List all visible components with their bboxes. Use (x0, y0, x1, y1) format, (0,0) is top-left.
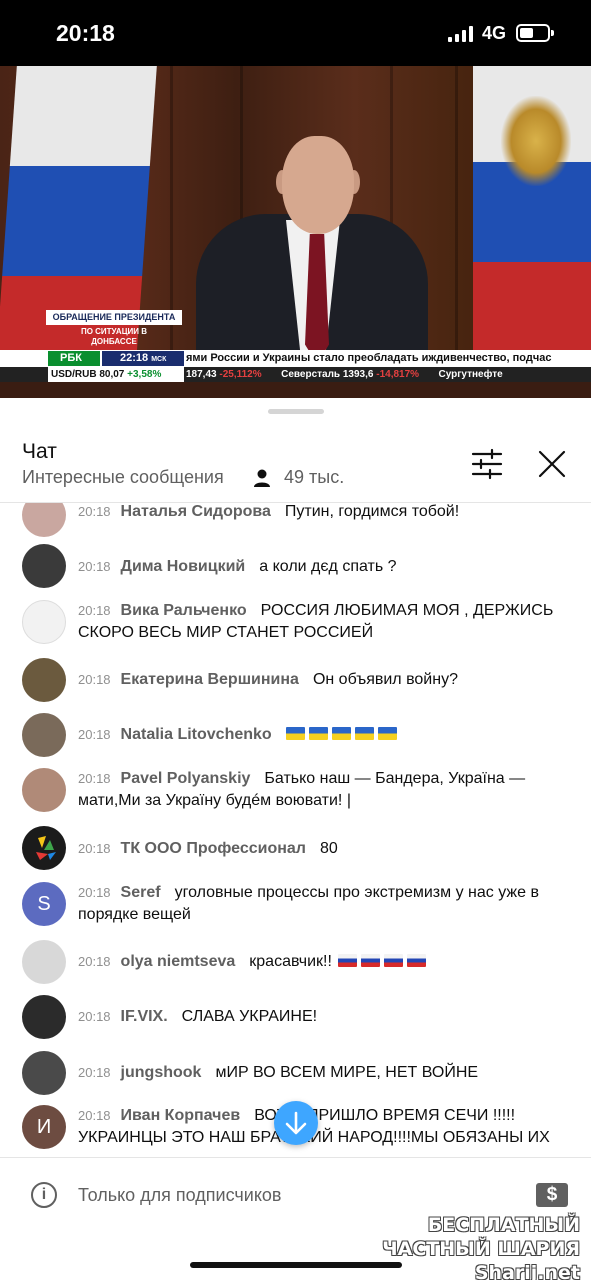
message-time: 20:18 (78, 559, 111, 574)
company-logo-icon (36, 836, 56, 860)
message-author[interactable]: Дима Новицкий (121, 558, 246, 575)
avatar[interactable] (22, 503, 66, 537)
watermark: БЕСПЛАТНЫЙ ЧАСТНЫЙ ШАРИЯ Sharij.net (382, 1214, 580, 1280)
avatar[interactable] (22, 1051, 66, 1095)
overlay-subtitle: ПО СИТУАЦИИ В ДОНБАССЕ (80, 327, 148, 346)
arrow-down-icon (285, 1111, 307, 1135)
ukraine-flag-icon (331, 727, 351, 740)
subscribers-only-notice: Только для подписчиков (78, 1185, 282, 1205)
russia-flag-icon (337, 954, 357, 967)
message-author[interactable]: Seref (121, 884, 161, 901)
avatar[interactable] (22, 940, 66, 984)
avatar[interactable]: S (22, 882, 66, 926)
message-time: 20:18 (78, 727, 111, 742)
avatar[interactable] (22, 768, 66, 812)
message-author[interactable]: Наталья Сидорова (121, 503, 271, 520)
avatar[interactable] (22, 995, 66, 1039)
russia-flag-icon (360, 954, 380, 967)
chat-title: Чат (22, 440, 57, 463)
message-time: 20:18 (78, 603, 111, 618)
person-icon (254, 469, 270, 487)
message-time: 20:18 (78, 1009, 111, 1024)
ticker-headline: ями России и Украины стало преобладать и… (186, 352, 552, 364)
channel-logo: РБК (48, 351, 100, 366)
drag-handle[interactable] (268, 409, 324, 414)
ukraine-flag-icon (354, 727, 374, 740)
chat-messages[interactable]: 20:18 Наталья Сидорова Путин, гордимся тоб… (0, 503, 591, 1156)
avatar[interactable]: И (22, 1105, 66, 1149)
message-time: 20:18 (78, 885, 111, 900)
avatar[interactable] (22, 713, 66, 757)
network-type: 4G (482, 23, 507, 43)
ukraine-flag-icon (308, 727, 328, 740)
avatar[interactable] (22, 826, 66, 870)
flag-emojis (285, 726, 401, 743)
message-time: 20:18 (78, 954, 111, 969)
message-text: мИР ВО ВСЕМ МИРЕ, НЕТ ВОЙНЕ (215, 1064, 479, 1081)
chat-panel: Чат Интересные сообщения 49 тыс. 20:18 На… (0, 398, 591, 1280)
message-time: 20:18 (78, 672, 111, 687)
message-time: 20:18 (78, 504, 111, 519)
status-bar: 20:18 4G (0, 0, 591, 66)
chat-mode-selector[interactable]: Интересные сообщения (22, 467, 224, 488)
info-icon[interactable]: i (31, 1182, 57, 1208)
super-chat-button[interactable]: $ (536, 1183, 568, 1207)
message-author[interactable]: ТК ООО Профессионал (121, 840, 306, 857)
viewer-count: 49 тыс. (284, 467, 345, 487)
scroll-down-button[interactable] (274, 1101, 318, 1145)
message-text: красавчик!! (249, 953, 332, 970)
avatar[interactable] (22, 544, 66, 588)
message-author[interactable]: Иван Корпачев (121, 1107, 241, 1124)
ticker-time: 22:18 МСК (102, 351, 184, 366)
avatar[interactable] (22, 658, 66, 702)
message-author[interactable]: olya niemtseva (121, 953, 236, 970)
message-text: 80 (319, 840, 338, 857)
usd-rate: USD/RUB 80,07 +3,58% (48, 367, 184, 382)
battery-icon (516, 24, 554, 42)
message-text: СЛАВА УКРАИНЕ! (181, 1008, 318, 1025)
home-indicator[interactable] (190, 1262, 402, 1268)
message-text: а коли дєд спать ? (259, 558, 397, 575)
message-time: 20:18 (78, 1065, 111, 1080)
message-time: 20:18 (78, 771, 111, 786)
message-author[interactable]: jungshook (121, 1064, 202, 1081)
ukraine-flag-icon (285, 727, 305, 740)
message-text: Путин, гордимся тобой! (284, 503, 460, 520)
ukraine-flag-icon (377, 727, 397, 740)
message-author[interactable]: IF.VIX. (121, 1008, 168, 1025)
message-author[interactable]: Вика Ральченко (121, 602, 247, 619)
russia-flag-icon (406, 954, 426, 967)
message-text: Он объявил войну? (312, 671, 458, 688)
message-author[interactable]: Natalia Litovchenko (121, 726, 272, 743)
message-time: 20:18 (78, 841, 111, 856)
emblem (501, 96, 571, 186)
flag-emojis (337, 953, 430, 970)
avatar[interactable] (22, 600, 66, 644)
message-author[interactable]: Екатерина Вершинина (121, 671, 299, 688)
message-time: 20:18 (78, 1108, 111, 1123)
stocks-ticker: 187,43 -25,112% Северсталь 1393,6 -14,81… (186, 369, 503, 380)
status-time: 20:18 (56, 20, 115, 46)
overlay-title: ОБРАЩЕНИЕ ПРЕЗИДЕНТА (46, 310, 182, 325)
filter-settings-icon[interactable] (470, 448, 504, 480)
close-icon[interactable] (536, 448, 568, 480)
video-player[interactable]: ОБРАЩЕНИЕ ПРЕЗИДЕНТА ПО СИТУАЦИИ В ДОНБА… (0, 66, 591, 398)
message-author[interactable]: Pavel Polyanskiy (121, 770, 251, 787)
russia-flag-icon (383, 954, 403, 967)
signal-icon (448, 26, 474, 42)
